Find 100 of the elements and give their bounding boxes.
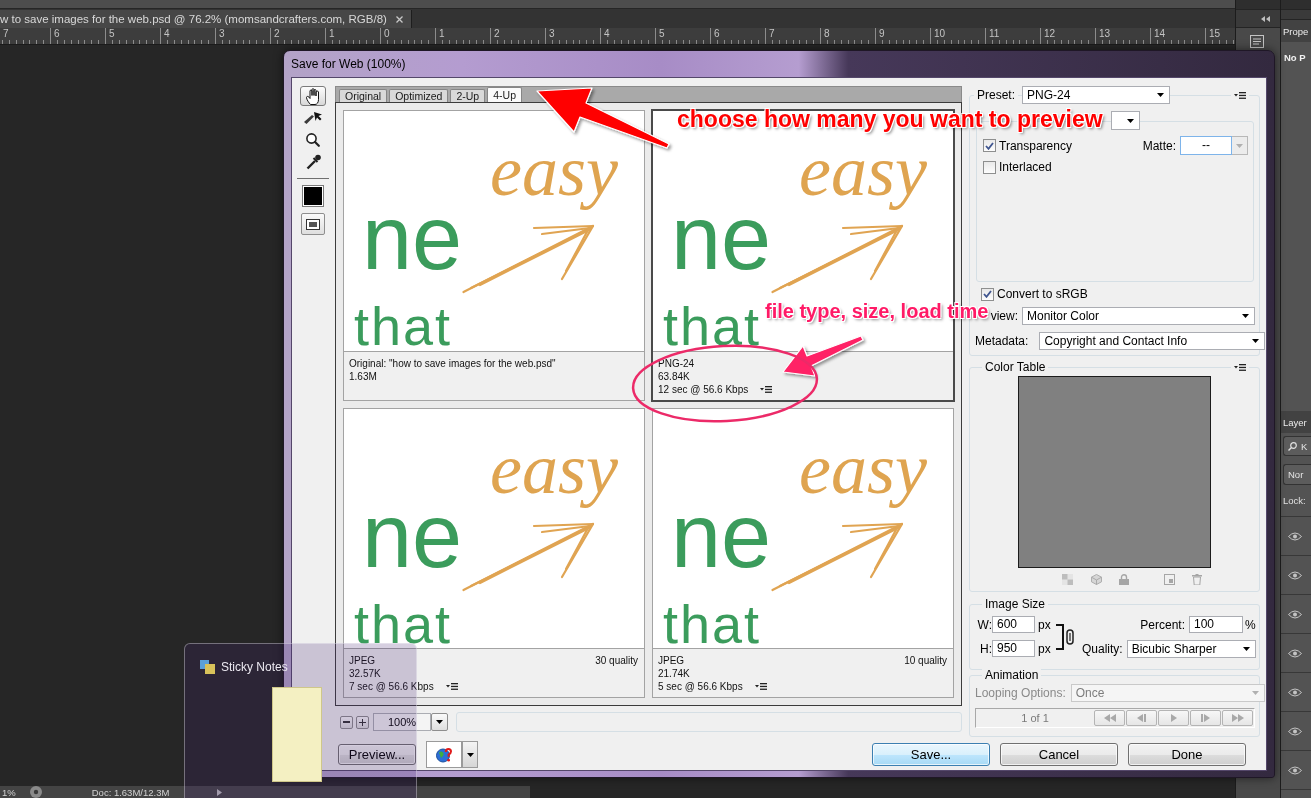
- matte-field[interactable]: --: [1180, 136, 1232, 155]
- close-icon[interactable]: [396, 15, 403, 23]
- file-size: 1.63M: [349, 369, 378, 383]
- panel-tab[interactable]: Layer: [1283, 416, 1307, 428]
- dialog-button[interactable]: Cancel: [1000, 743, 1118, 766]
- panel-tab[interactable]: Prope: [1283, 25, 1309, 37]
- preview-button[interactable]: Preview...: [338, 744, 416, 765]
- menu-icon[interactable]: [445, 683, 458, 690]
- rewind-icon: [1103, 714, 1116, 722]
- dialog-button[interactable]: Done: [1128, 743, 1246, 766]
- preset-dropdown[interactable]: PNG-24: [1022, 86, 1170, 104]
- eye-icon[interactable]: [1288, 687, 1302, 697]
- search-icon: [1288, 441, 1297, 451]
- ruler-number: 3: [215, 28, 270, 44]
- link-icon[interactable]: [1056, 623, 1074, 650]
- color-swatch-icon[interactable]: [302, 185, 324, 207]
- quality-label: Quality:: [1082, 641, 1123, 656]
- ruler-number: 13: [1095, 28, 1150, 44]
- blend-mode-dropdown[interactable]: Nor: [1283, 464, 1311, 485]
- checkmark-icon: [983, 290, 992, 298]
- eye-icon[interactable]: [1288, 609, 1302, 619]
- list-icon[interactable]: [1250, 35, 1264, 48]
- preset-label: Preset:: [974, 88, 1018, 102]
- checkbox-label[interactable]: Transparency: [999, 138, 1072, 153]
- ruler-number: 0: [380, 28, 435, 44]
- width-field[interactable]: 600: [992, 616, 1035, 633]
- ruler-number: 3: [545, 28, 600, 44]
- quality-setting: 30 quality: [595, 654, 638, 667]
- unit-label: %: [1244, 617, 1256, 632]
- percent-label: Percent:: [1140, 617, 1185, 632]
- zoom-percentage: 1%: [2, 786, 16, 798]
- frame-counter: 1 of 1: [1020, 712, 1050, 724]
- menu-icon[interactable]: [1234, 91, 1246, 99]
- layer-filter-field[interactable]: K: [1283, 436, 1311, 456]
- view-tab[interactable]: Original: [339, 89, 388, 102]
- dropdown[interactable]: [1111, 111, 1140, 130]
- percent-field[interactable]: 100: [1189, 616, 1243, 633]
- ruler-number: 11: [985, 28, 1040, 44]
- ruler-number: 12: [1040, 28, 1095, 44]
- note-thumbnail[interactable]: [272, 687, 322, 782]
- quality-setting: 10 quality: [904, 654, 947, 667]
- checkbox-label[interactable]: Convert to sRGB: [997, 287, 1088, 301]
- plus-icon: [359, 718, 366, 726]
- artwork-text: that: [663, 598, 762, 648]
- download-time: 5 sec @ 56.6 Kbps: [658, 680, 743, 693]
- double-arrow-icon[interactable]: [1261, 15, 1270, 22]
- browser-menu-button[interactable]: [462, 741, 478, 768]
- eye-icon[interactable]: [1288, 570, 1302, 580]
- dialog-button[interactable]: Save...: [872, 743, 990, 766]
- menu-icon[interactable]: [754, 683, 767, 690]
- eye-icon[interactable]: [1288, 648, 1302, 658]
- menu-icon[interactable]: [760, 385, 773, 393]
- circle-icon[interactable]: [29, 786, 42, 798]
- caret-icon: [1127, 118, 1134, 123]
- metadata-dropdown[interactable]: Copyright and Contact Info: [1039, 332, 1266, 350]
- step-back-icon: [1137, 714, 1146, 722]
- zoom-dropdown-button[interactable]: [431, 713, 448, 731]
- document-tab[interactable]: w to save images for the web.psd @ 76.2% (momsandcrafters.com, RGB/8): [0, 10, 412, 28]
- caret-icon: [1157, 93, 1164, 97]
- magnifier-icon: [306, 133, 320, 147]
- view-tab[interactable]: 2-Up: [450, 89, 486, 102]
- checkbox-label[interactable]: Interlaced: [999, 160, 1052, 174]
- height-field[interactable]: 950: [992, 640, 1035, 657]
- zoom-field[interactable]: 100%: [373, 713, 431, 731]
- ruler-number: 10: [930, 28, 985, 44]
- preview-dropdown[interactable]: Monitor Color: [1022, 307, 1255, 325]
- browser-preview-button[interactable]: [426, 741, 462, 768]
- view-tab[interactable]: 4-Up: [487, 87, 522, 102]
- caret-icon: [1242, 646, 1250, 651]
- document-size: Doc: 1.63M/12.3M: [91, 786, 170, 798]
- menu-icon[interactable]: [1234, 363, 1246, 371]
- quality-dropdown[interactable]: Bicubic Sharper: [1126, 639, 1256, 658]
- caret-icon: [1242, 314, 1249, 318]
- eye-icon[interactable]: [1288, 765, 1302, 775]
- caret-icon: [1251, 691, 1259, 695]
- eye-icon[interactable]: [1288, 531, 1302, 541]
- ruler-number: 9: [875, 28, 930, 44]
- file-format: Original: "how to save images for the web.psd": [349, 356, 557, 370]
- zoom-in-button[interactable]: [356, 715, 369, 729]
- artwork-text: that: [354, 598, 453, 648]
- width-label: W:: [976, 617, 992, 632]
- caret-icon: [436, 720, 443, 724]
- file-size: 32.57K: [349, 667, 382, 680]
- artwork-text: ne: [671, 490, 772, 581]
- group-title: Animation: [982, 668, 1042, 682]
- caret-icon[interactable]: [217, 788, 223, 796]
- checkerboard-icon[interactable]: [1062, 574, 1073, 585]
- view-tab[interactable]: Optimized: [389, 89, 449, 102]
- tool-button[interactable]: [300, 86, 326, 106]
- zoom-out-button[interactable]: [340, 715, 353, 729]
- step-forward-icon: [1201, 714, 1210, 722]
- checkbox[interactable]: [983, 139, 996, 152]
- checkbox[interactable]: [981, 287, 994, 301]
- slices-toggle-button[interactable]: [301, 213, 325, 235]
- ruler-number: 2: [490, 28, 545, 44]
- checkbox[interactable]: [983, 160, 996, 174]
- eye-icon[interactable]: [1288, 726, 1302, 736]
- frame-icon: [306, 218, 320, 230]
- ruler-number: 2: [270, 28, 325, 44]
- unit-label: px: [1037, 617, 1052, 632]
